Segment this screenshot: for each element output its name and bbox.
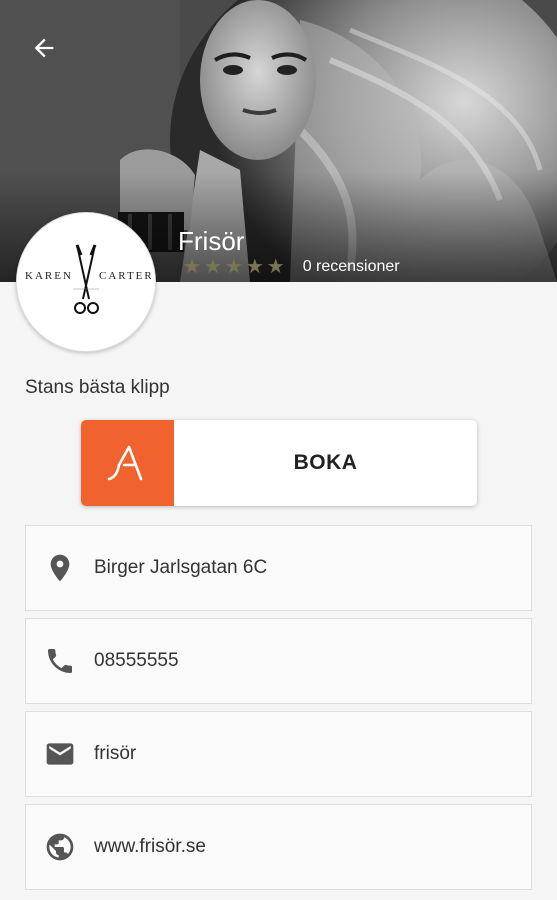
phone-text: 08555555	[94, 650, 179, 671]
globe-icon	[46, 833, 74, 861]
logo-mark: KAREN CARTER	[25, 244, 151, 314]
star-icon: ★	[245, 256, 264, 278]
business-title: Frisör	[178, 226, 245, 256]
arrow-left-icon	[34, 38, 54, 58]
business-logo: KAREN CARTER	[16, 212, 156, 352]
email-text: frisör	[94, 743, 137, 764]
website-text: www.frisör.se	[94, 836, 206, 857]
star-icon: ★	[266, 256, 285, 278]
boka-button[interactable]: BOKA	[81, 420, 477, 506]
star-icon: ★	[203, 256, 222, 278]
location-pin-icon	[50, 554, 70, 582]
star-icon: ★	[224, 256, 243, 278]
phone-icon	[48, 649, 72, 673]
booking-brand	[81, 420, 174, 506]
address-text: Birger Jarlsgatan 6C	[94, 557, 268, 578]
address-card[interactable]: Birger Jarlsgatan 6C	[25, 525, 532, 611]
mail-icon	[46, 743, 74, 765]
back-button[interactable]	[24, 28, 64, 68]
phone-card[interactable]: 08555555	[25, 618, 532, 704]
booking-logo-icon	[107, 445, 142, 481]
star-rating: ★ ★ ★ ★ ★	[183, 256, 285, 278]
star-icon: ★	[183, 256, 201, 278]
email-card[interactable]: frisör	[25, 711, 532, 797]
logo-text-right: CARTER	[99, 270, 151, 282]
business-tagline: Stans bästa klipp	[25, 377, 170, 398]
website-card[interactable]: www.frisör.se	[25, 804, 532, 890]
scissors-icon	[74, 244, 99, 314]
reviews-count: 0 recensioner	[302, 258, 400, 275]
logo-text-left: KAREN	[25, 270, 73, 282]
rating-row: ★ ★ ★ ★ ★ 0 recensioner	[183, 256, 400, 278]
boka-label: BOKA	[293, 451, 358, 474]
